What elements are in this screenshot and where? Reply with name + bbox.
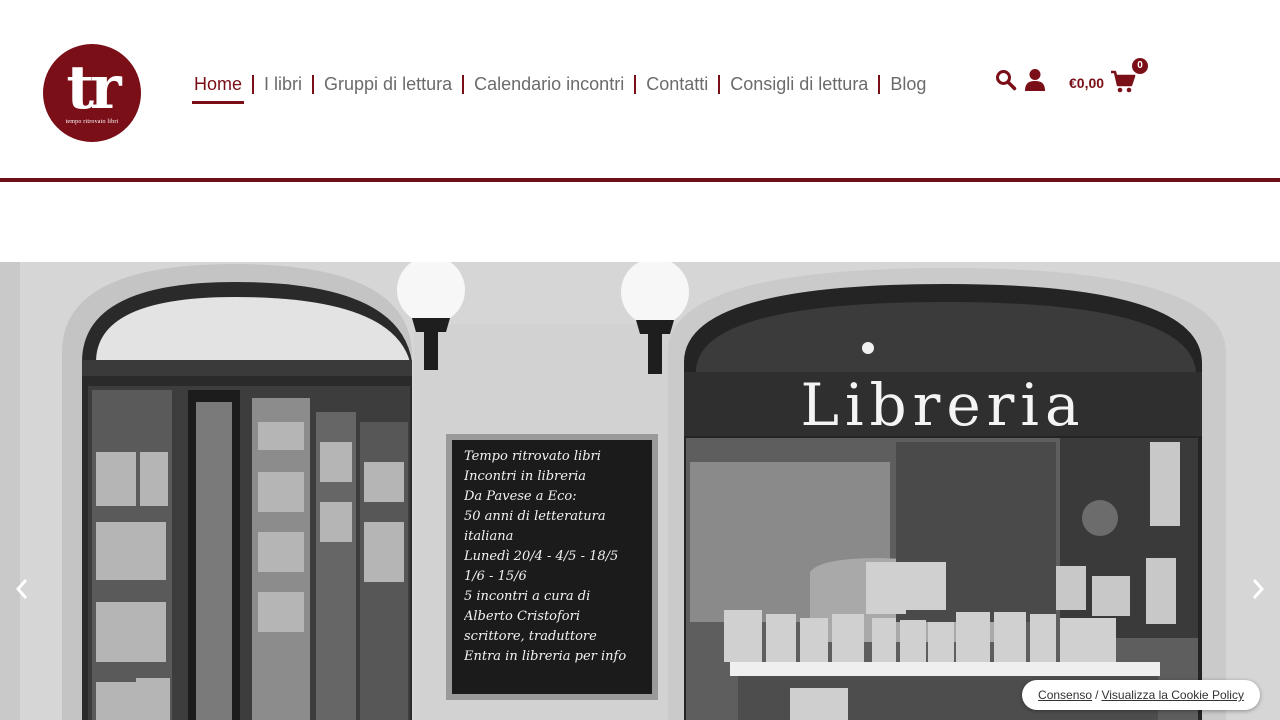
chalkboard-line: Incontri in libreria: [464, 469, 587, 484]
chevron-right-icon[interactable]: [1248, 576, 1268, 602]
nav-item-i-libri[interactable]: I libri: [262, 73, 304, 95]
chalkboard-line: Entra in libreria per info: [464, 649, 627, 664]
logo-mark: tr: [66, 53, 121, 123]
cart-total[interactable]: €0,00: [1069, 74, 1104, 92]
cookie-consent-link[interactable]: Consenso: [1038, 688, 1092, 702]
nav-separator: [634, 74, 637, 94]
chalkboard: Tempo ritrovato libri Incontri in librer…: [456, 443, 648, 693]
chalkboard-line: Lunedì 20/4 - 4/5 - 18/5: [464, 549, 619, 564]
site-header: tr tempo ritrovato libri Home I libri Gr…: [0, 0, 1280, 178]
chalkboard-line: 5 incontri a cura di: [464, 589, 591, 604]
nav-separator: [462, 74, 465, 94]
chalkboard-line: 1/6 - 15/6: [464, 569, 527, 584]
chalkboard-line: italiana: [464, 529, 514, 544]
cookie-consent-bar: Consenso / Visualizza la Cookie Policy: [1022, 680, 1260, 710]
hero-slider: Libreria Tempo ritrovato libri Incontri …: [0, 262, 1280, 720]
site-logo[interactable]: tr tempo ritrovato libri: [43, 44, 141, 142]
chalkboard-line: Alberto Cristofori: [464, 609, 581, 624]
main-nav: Home I libri Gruppi di lettura Calendari…: [192, 72, 928, 104]
nav-item-home[interactable]: Home: [192, 73, 245, 104]
nav-separator: [718, 74, 721, 94]
chalkboard-line: scrittore, traduttore: [464, 629, 597, 644]
header-divider: [0, 178, 1280, 182]
nav-item-gruppi-di-lettura[interactable]: Gruppi di lettura: [322, 73, 454, 95]
cart-icon[interactable]: [1110, 70, 1136, 94]
chalkboard-line: 50 anni di letteratura: [464, 509, 606, 524]
cookie-policy-link[interactable]: Visualizza la Cookie Policy: [1101, 688, 1244, 702]
nav-separator: [312, 74, 315, 94]
nav-item-calendario-incontri[interactable]: Calendario incontri: [472, 73, 626, 95]
search-icon[interactable]: [995, 69, 1017, 91]
logo-tagline: tempo ritrovato libri: [65, 119, 119, 125]
chalkboard-line: Tempo ritrovato libri: [464, 449, 601, 464]
nav-separator: [878, 74, 881, 94]
cookie-separator: /: [1095, 688, 1099, 702]
chalkboard-line: Da Pavese a Eco:: [464, 489, 577, 504]
nav-item-contatti[interactable]: Contatti: [644, 73, 710, 95]
user-icon[interactable]: [1024, 68, 1046, 92]
shop-sign: Libreria: [800, 371, 1086, 439]
cart-count-badge: 0: [1132, 58, 1148, 74]
nav-separator: [252, 74, 255, 94]
chevron-left-icon[interactable]: [12, 576, 32, 602]
nav-item-blog[interactable]: Blog: [888, 73, 928, 95]
nav-item-consigli-di-lettura[interactable]: Consigli di lettura: [728, 73, 870, 95]
page: tr tempo ritrovato libri Home I libri Gr…: [0, 0, 1280, 720]
